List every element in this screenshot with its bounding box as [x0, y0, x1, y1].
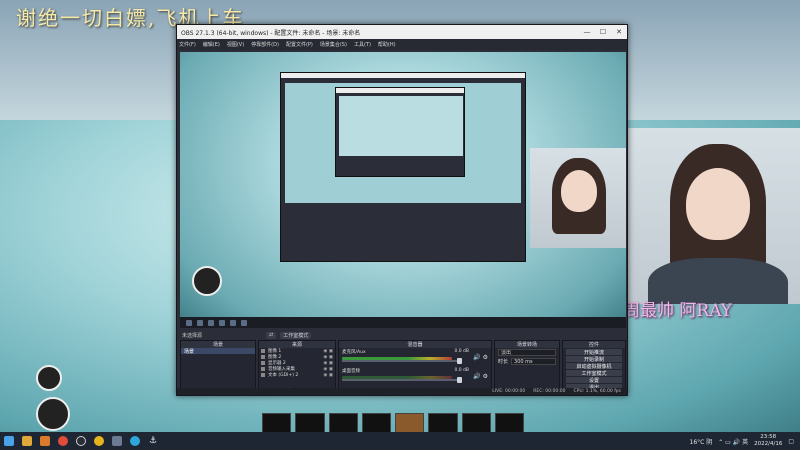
windows-start-icon[interactable]	[0, 432, 18, 450]
visibility-lock-icons[interactable]: ◉ ▣	[323, 367, 335, 372]
slider-knob[interactable]	[457, 358, 462, 364]
controls-title: 控件	[563, 341, 625, 348]
chrome-icon[interactable]	[54, 432, 72, 450]
explorer-icon[interactable]	[18, 432, 36, 450]
start-recording-button[interactable]: 开始录制	[566, 356, 622, 363]
track-db: 0.0 dB	[454, 349, 469, 354]
visibility-lock-icons[interactable]: ◉ ▣	[323, 355, 335, 360]
system-tray: 16°C 阴 ⌃ ▭ 🔊 英 23:58 2022/4/16 ▢	[690, 434, 800, 448]
visibility-lock-icons[interactable]: ◉ ▣	[323, 349, 335, 354]
track-db: 0.0 dB	[454, 368, 469, 373]
menu-profile[interactable]: 配置文件(P)	[286, 41, 313, 48]
settings-button[interactable]: 设置	[566, 377, 622, 384]
image-icon	[261, 349, 265, 353]
channel-logo-small	[36, 365, 62, 391]
nested-preview-2	[339, 96, 463, 156]
folder-icon[interactable]	[36, 432, 54, 450]
selected-source-label: 未选择源	[182, 332, 203, 339]
preview-mini-taskbar	[180, 317, 626, 328]
obs-menubar: 文件(F) 编辑(E) 视图(V) 停靠部件(D) 配置文件(P) 场景集合(S…	[177, 39, 627, 50]
image-icon	[261, 355, 265, 359]
transition-type-row: 淡出	[495, 348, 559, 357]
cpu-status: CPU: 1.1%, 60.00 fps	[573, 389, 622, 394]
transitions-dock: 场景转场 淡出 时长 300 ms	[494, 340, 560, 394]
webcam-inset	[628, 128, 800, 304]
close-button[interactable]: ✕	[611, 25, 627, 39]
clock-date: 2022/4/16	[754, 441, 783, 447]
duration-label: 时长	[498, 359, 509, 365]
rec-status: REC: 00:00:00	[533, 389, 566, 394]
scene-item[interactable]: 场景	[181, 348, 255, 355]
obs-titlebar[interactable]: OBS 27.1.3 (64-bit, windows) - 配置文件: 未命名…	[177, 25, 627, 39]
duration-row: 时长 300 ms	[495, 357, 559, 366]
mixer-title: 混音器	[339, 341, 491, 348]
scenes-dock: 场景 场景 + − ⌃ ⌄	[180, 340, 256, 395]
microphone-icon	[261, 367, 265, 371]
settings-icon[interactable]	[108, 432, 126, 450]
clock[interactable]: 23:58 2022/4/16	[754, 434, 782, 448]
sources-dock: 来源 图像 1 ◉ ▣ 图像 2 ◉ ▣ 显示器 2 ◉ ▣ 音频输入采集 ◉ ▣ 文本…	[258, 340, 336, 395]
text-icon	[261, 373, 265, 377]
preview-logo	[192, 266, 222, 296]
slider-knob[interactable]	[457, 377, 462, 383]
sources-list: 图像 1 ◉ ▣ 图像 2 ◉ ▣ 显示器 2 ◉ ▣ 音频输入采集 ◉ ▣ 文本 (G…	[259, 348, 335, 387]
start-streaming-button[interactable]: 开始推流	[566, 349, 622, 356]
preview-cam-face	[561, 170, 597, 212]
notifications-icon[interactable]: ▢	[788, 438, 794, 445]
obs-icon[interactable]	[72, 432, 90, 450]
studio-mode-label[interactable]: 工作室模式	[280, 331, 312, 339]
obs-window-title: OBS 27.1.3 (64-bit, windows) - 配置文件: 未命名…	[181, 29, 361, 37]
controls-dock: 控件 开始推流 开始录制 启动虚拟摄像机 工作室模式 设置 退出	[562, 340, 626, 394]
channel-logo-large	[36, 397, 70, 431]
anchor-icon[interactable]: ⚓	[144, 432, 162, 450]
nested-obs-2	[335, 87, 465, 177]
speaker-gear-icons[interactable]: 🔊 ⚙	[473, 373, 488, 380]
clock-time: 23:58	[760, 434, 777, 440]
swap-mode-button[interactable]: ⇄	[266, 331, 277, 339]
monitor-icon	[261, 361, 265, 365]
live-status: LIVE: 00:00:00	[492, 389, 526, 394]
maximize-button[interactable]: ☐	[595, 25, 611, 39]
transitions-title: 场景转场	[495, 341, 559, 348]
visibility-lock-icons[interactable]: ◉ ▣	[323, 373, 335, 378]
studio-toggle: ⇄ 工作室模式	[266, 331, 312, 339]
obs-secondary-icon[interactable]	[90, 432, 108, 450]
preview-cam	[530, 148, 626, 248]
speaker-gear-icons[interactable]: 🔊 ⚙	[473, 354, 488, 361]
preview-canvas[interactable]	[180, 52, 626, 328]
scene-info-row: 未选择源 ⇄ 工作室模式	[180, 331, 626, 339]
tray-icons[interactable]: ⌃ ▭ 🔊 英	[718, 437, 748, 446]
mixer-track-desktop: 桌面音频 0.0 dB 🔊 ⚙	[339, 367, 491, 386]
scenes-list: 场景	[181, 348, 255, 387]
virtual-camera-button[interactable]: 启动虚拟摄像机	[566, 363, 622, 370]
mixer-dock: 混音器 麦克风/Aux 0.0 dB 🔊 ⚙ 桌面音频 0.0 dB 🔊 ⚙	[338, 340, 492, 394]
duration-input[interactable]: 300 ms	[511, 358, 556, 365]
menu-edit[interactable]: 编辑(E)	[203, 41, 220, 48]
menu-file[interactable]: 文件(F)	[179, 41, 196, 48]
studio-mode-button[interactable]: 工作室模式	[566, 370, 622, 377]
volume-slider[interactable]	[342, 358, 462, 364]
nested-bar-1	[281, 73, 525, 78]
mixer-track-mic: 麦克风/Aux 0.0 dB 🔊 ⚙	[339, 348, 491, 367]
edge-icon[interactable]	[126, 432, 144, 450]
weather-text[interactable]: 16°C 阴	[690, 437, 713, 446]
source-item[interactable]: 文本 (GDI+) 2 ◉ ▣	[259, 372, 335, 378]
sources-title: 来源	[259, 341, 335, 348]
volume-slider[interactable]	[342, 377, 462, 383]
menu-docks[interactable]: 停靠部件(D)	[251, 41, 279, 48]
obs-statusbar: LIVE: 00:00:00 REC: 00:00:00 CPU: 1.1%, …	[177, 388, 627, 395]
menu-tools[interactable]: 工具(T)	[354, 41, 371, 48]
visibility-lock-icons[interactable]: ◉ ▣	[323, 361, 335, 366]
cam-face	[686, 168, 750, 240]
windows-taskbar: ⚓ 16°C 阴 ⌃ ▭ 🔊 英 23:58 2022/4/16 ▢	[0, 432, 800, 450]
obs-window: OBS 27.1.3 (64-bit, windows) - 配置文件: 未命名…	[176, 24, 628, 396]
menu-scene-collection[interactable]: 场景集合(S)	[320, 41, 347, 48]
minimize-button[interactable]: —	[579, 25, 595, 39]
menu-view[interactable]: 视图(V)	[227, 41, 244, 48]
menu-help[interactable]: 帮助(H)	[378, 41, 396, 48]
nested-bar-2	[336, 88, 464, 93]
transition-select[interactable]: 淡出	[498, 349, 556, 356]
nested-obs-1	[280, 72, 526, 262]
